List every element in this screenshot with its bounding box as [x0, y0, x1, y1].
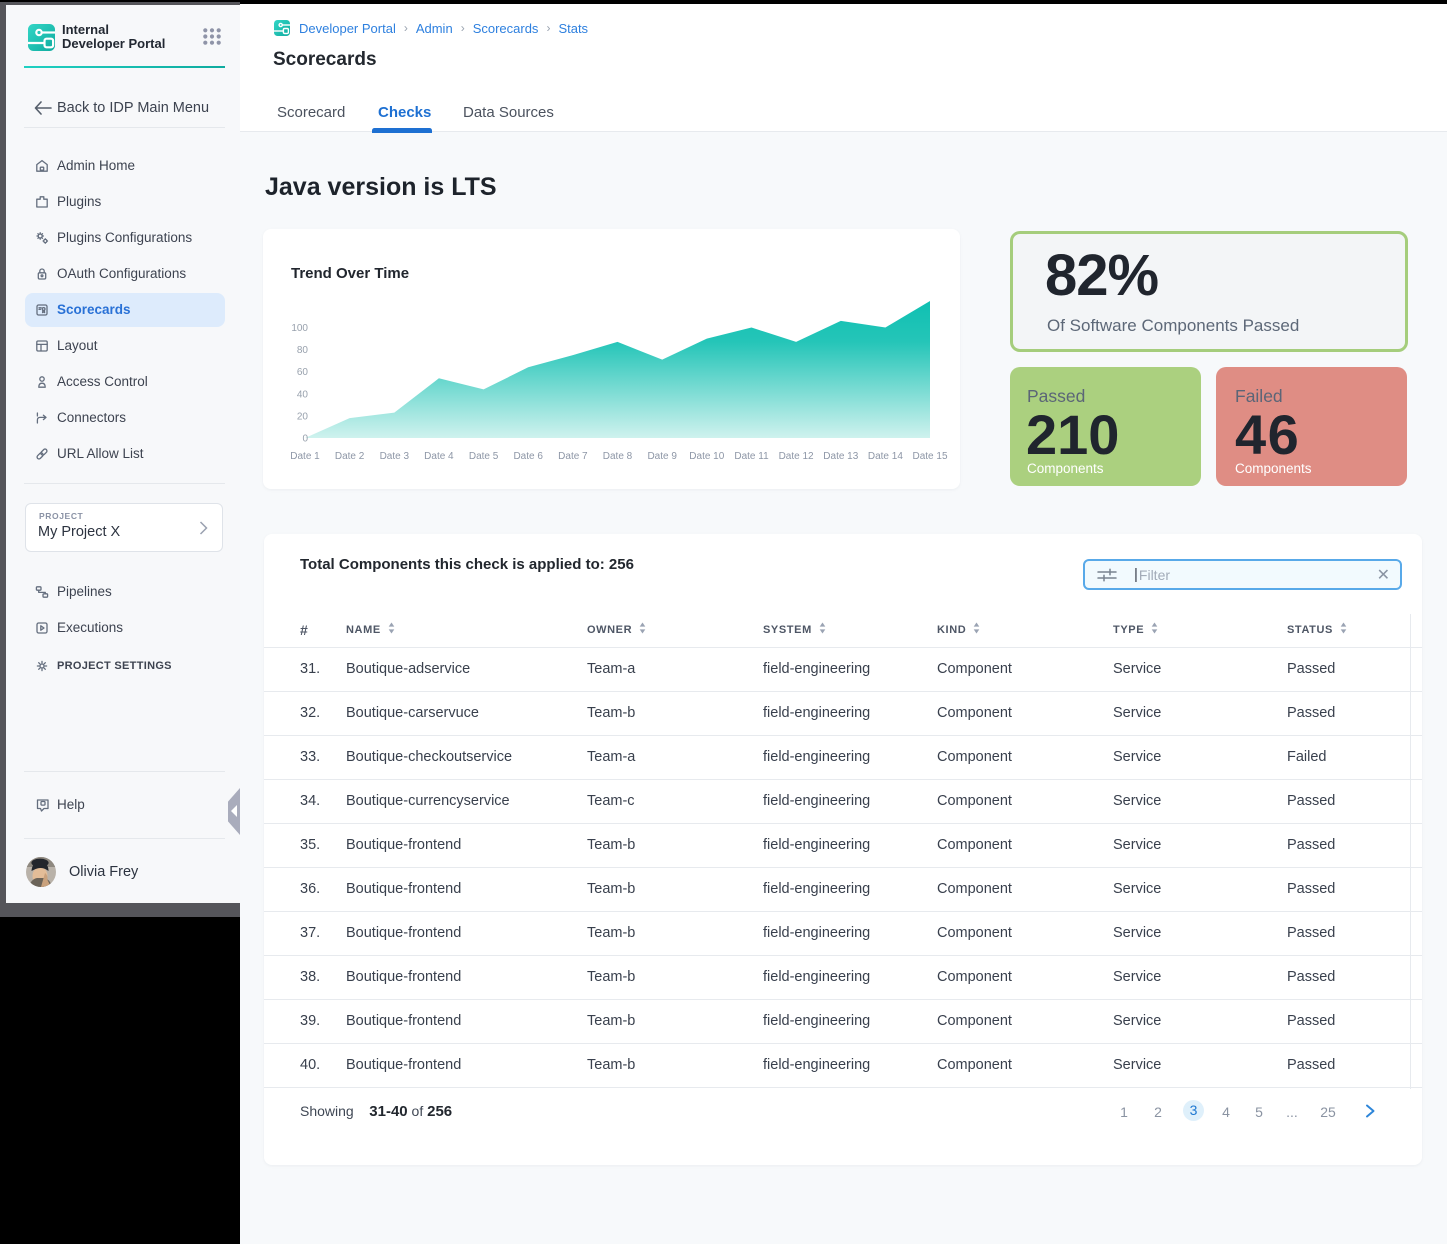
- svg-text:Date 15: Date 15: [912, 451, 947, 462]
- svg-text:20: 20: [297, 411, 309, 422]
- svg-text:100: 100: [291, 323, 308, 334]
- svg-text:Date 7: Date 7: [558, 451, 588, 462]
- svg-text:40: 40: [297, 389, 309, 400]
- svg-text:Date 12: Date 12: [779, 451, 814, 462]
- svg-text:Date 14: Date 14: [868, 451, 903, 462]
- svg-text:Date 10: Date 10: [689, 451, 724, 462]
- svg-text:Date 6: Date 6: [513, 451, 543, 462]
- svg-text:0: 0: [302, 434, 308, 445]
- svg-text:Date 5: Date 5: [469, 451, 499, 462]
- svg-text:Date 11: Date 11: [734, 451, 769, 462]
- svg-text:60: 60: [297, 367, 309, 378]
- svg-text:Date 13: Date 13: [823, 451, 858, 462]
- svg-text:Date 9: Date 9: [647, 451, 677, 462]
- svg-text:Date 3: Date 3: [380, 451, 410, 462]
- svg-text:Date 2: Date 2: [335, 451, 365, 462]
- svg-text:Date 8: Date 8: [603, 451, 633, 462]
- svg-text:80: 80: [297, 345, 309, 356]
- svg-text:Date 4: Date 4: [424, 451, 454, 462]
- svg-text:Date 1: Date 1: [290, 451, 320, 462]
